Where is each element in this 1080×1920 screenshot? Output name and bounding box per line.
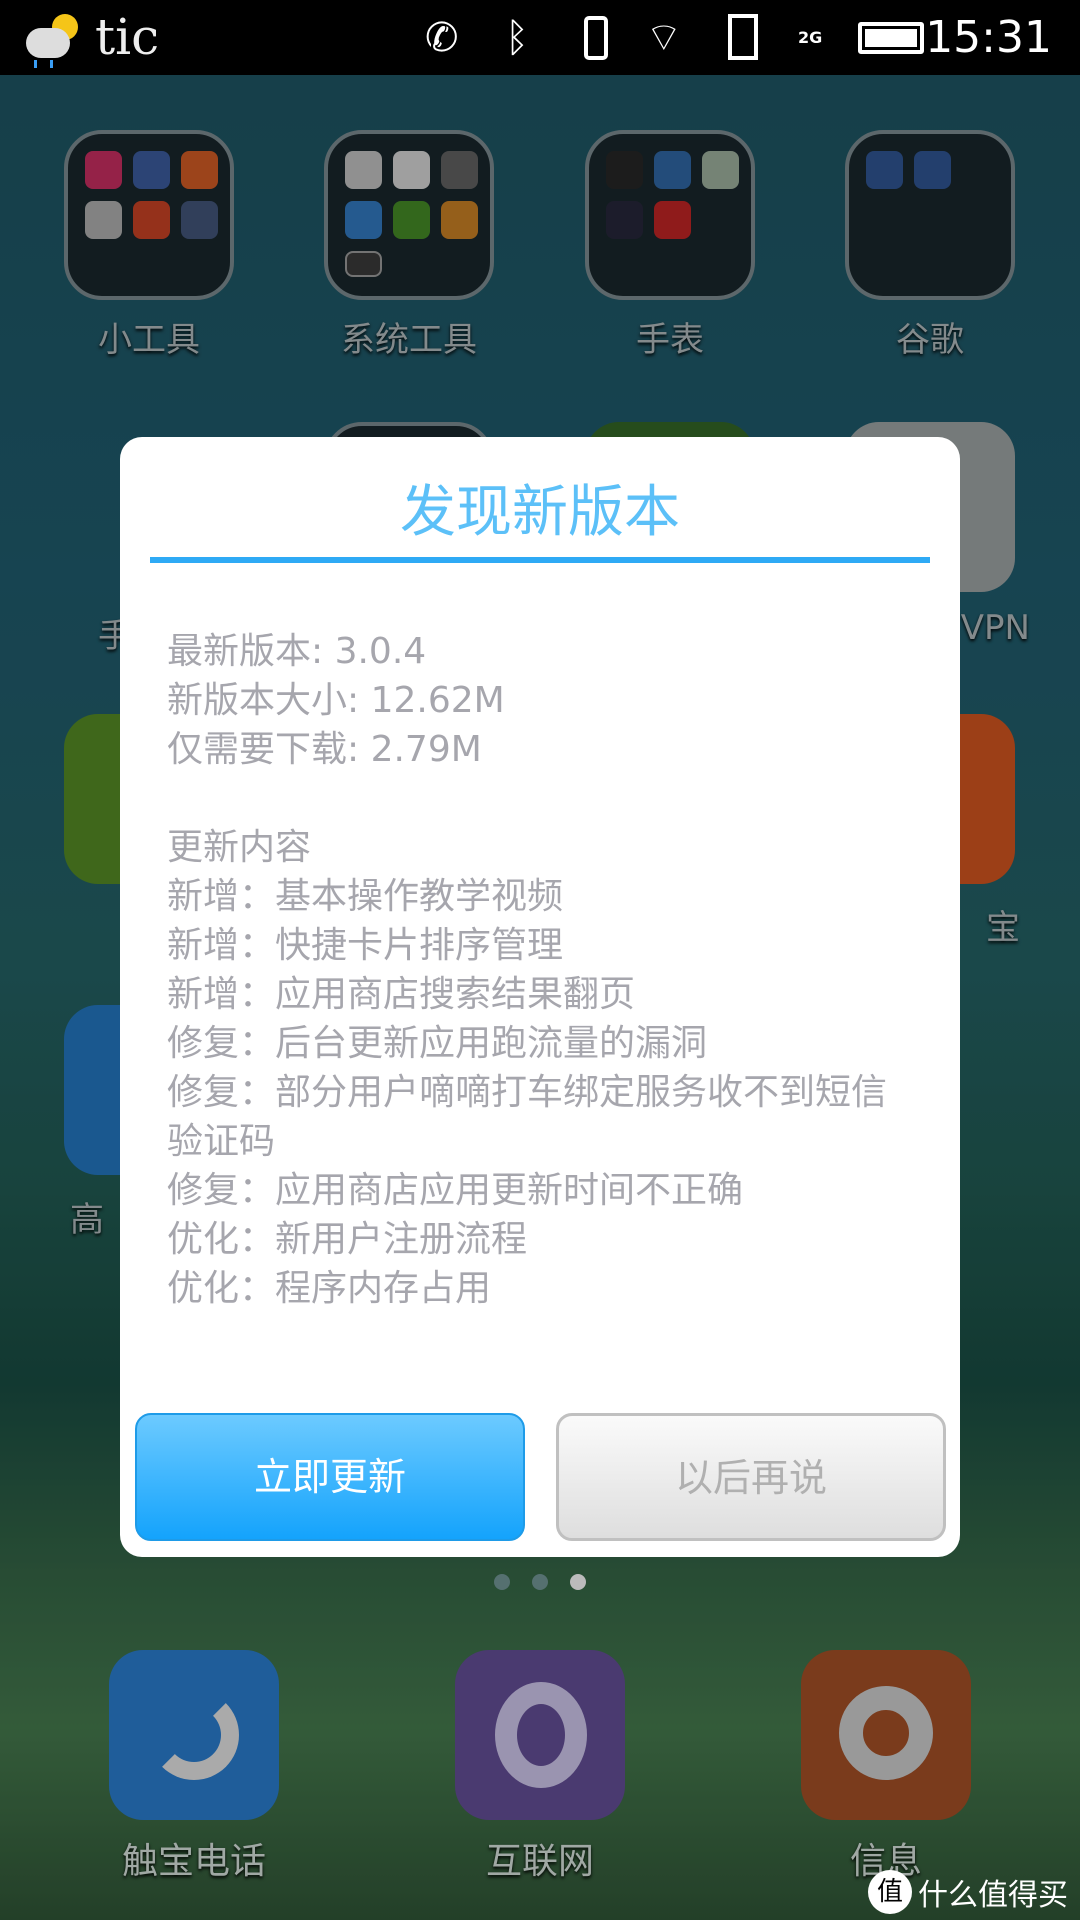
dock-phone[interactable] bbox=[109, 1650, 279, 1820]
changelog-heading: 更新内容 bbox=[167, 827, 312, 868]
dialog-title: 发现新版本 bbox=[400, 480, 680, 545]
dock-label: 触宝电话 bbox=[121, 1841, 266, 1882]
dock-label: 互联网 bbox=[485, 1841, 594, 1882]
browser-icon bbox=[495, 1682, 587, 1788]
watermark: 值 什么值得买 bbox=[868, 1870, 1068, 1914]
wifi-icon: ⌔ bbox=[645, 15, 683, 61]
changelog-item: 修复：应用商店应用更新时间不正确 bbox=[167, 1170, 744, 1211]
update-dialog: 发现新版本 最新版本: 3.0.4 新版本大小: 12.62M 仅需要下载: 2… bbox=[120, 437, 960, 1557]
new-version-size: 新版本大小: 12.62M bbox=[167, 680, 505, 721]
changelog-item: 修复：后台更新应用跑流量的漏洞 bbox=[167, 1023, 708, 1064]
latest-version: 最新版本: 3.0.4 bbox=[167, 631, 427, 672]
clock: 15:31 bbox=[925, 12, 1052, 63]
phone-call-icon: ✆ bbox=[425, 15, 459, 61]
changelog-item: 优化：程序内存占用 bbox=[167, 1268, 492, 1309]
changelog-item: 新增：基本操作教学视频 bbox=[167, 876, 564, 917]
changelog-item: 修复：部分用户嘀嘀打车绑定服务收不到短信验证码 bbox=[167, 1072, 888, 1162]
changelog-item: 新增：应用商店搜索结果翻页 bbox=[167, 974, 636, 1015]
page-dot[interactable] bbox=[532, 1574, 548, 1590]
title-divider bbox=[150, 557, 930, 563]
vibrate-icon bbox=[570, 14, 622, 62]
battery-icon bbox=[858, 22, 924, 54]
changelog-item: 新增：快捷卡片排序管理 bbox=[167, 925, 564, 966]
page-dot-active[interactable] bbox=[570, 1574, 586, 1590]
changelog-item: 优化：新用户注册流程 bbox=[167, 1219, 528, 1260]
dock-browser[interactable] bbox=[455, 1650, 625, 1820]
update-now-button[interactable]: 立即更新 bbox=[135, 1413, 525, 1541]
message-bubble-icon bbox=[839, 1686, 933, 1780]
status-bar: tic ✆ ᛒ ⌔ 2G 15:31 bbox=[0, 0, 1080, 75]
app-name: tic bbox=[95, 8, 160, 66]
watermark-badge: 值 bbox=[868, 1870, 912, 1914]
watermark-text: 什么值得买 bbox=[918, 1878, 1068, 1913]
phone-icon bbox=[149, 1690, 239, 1780]
sim-alert-icon bbox=[728, 14, 764, 62]
later-button[interactable]: 以后再说 bbox=[556, 1413, 946, 1541]
signal-icon: 2G bbox=[798, 28, 823, 47]
page-dot[interactable] bbox=[494, 1574, 510, 1590]
download-size: 仅需要下载: 2.79M bbox=[167, 729, 482, 770]
dialog-body: 最新版本: 3.0.4 新版本大小: 12.62M 仅需要下载: 2.79M 更… bbox=[167, 627, 907, 1313]
bluetooth-icon: ᛒ bbox=[505, 15, 529, 61]
weather-icon bbox=[22, 14, 84, 68]
dock-messages[interactable] bbox=[801, 1650, 971, 1820]
